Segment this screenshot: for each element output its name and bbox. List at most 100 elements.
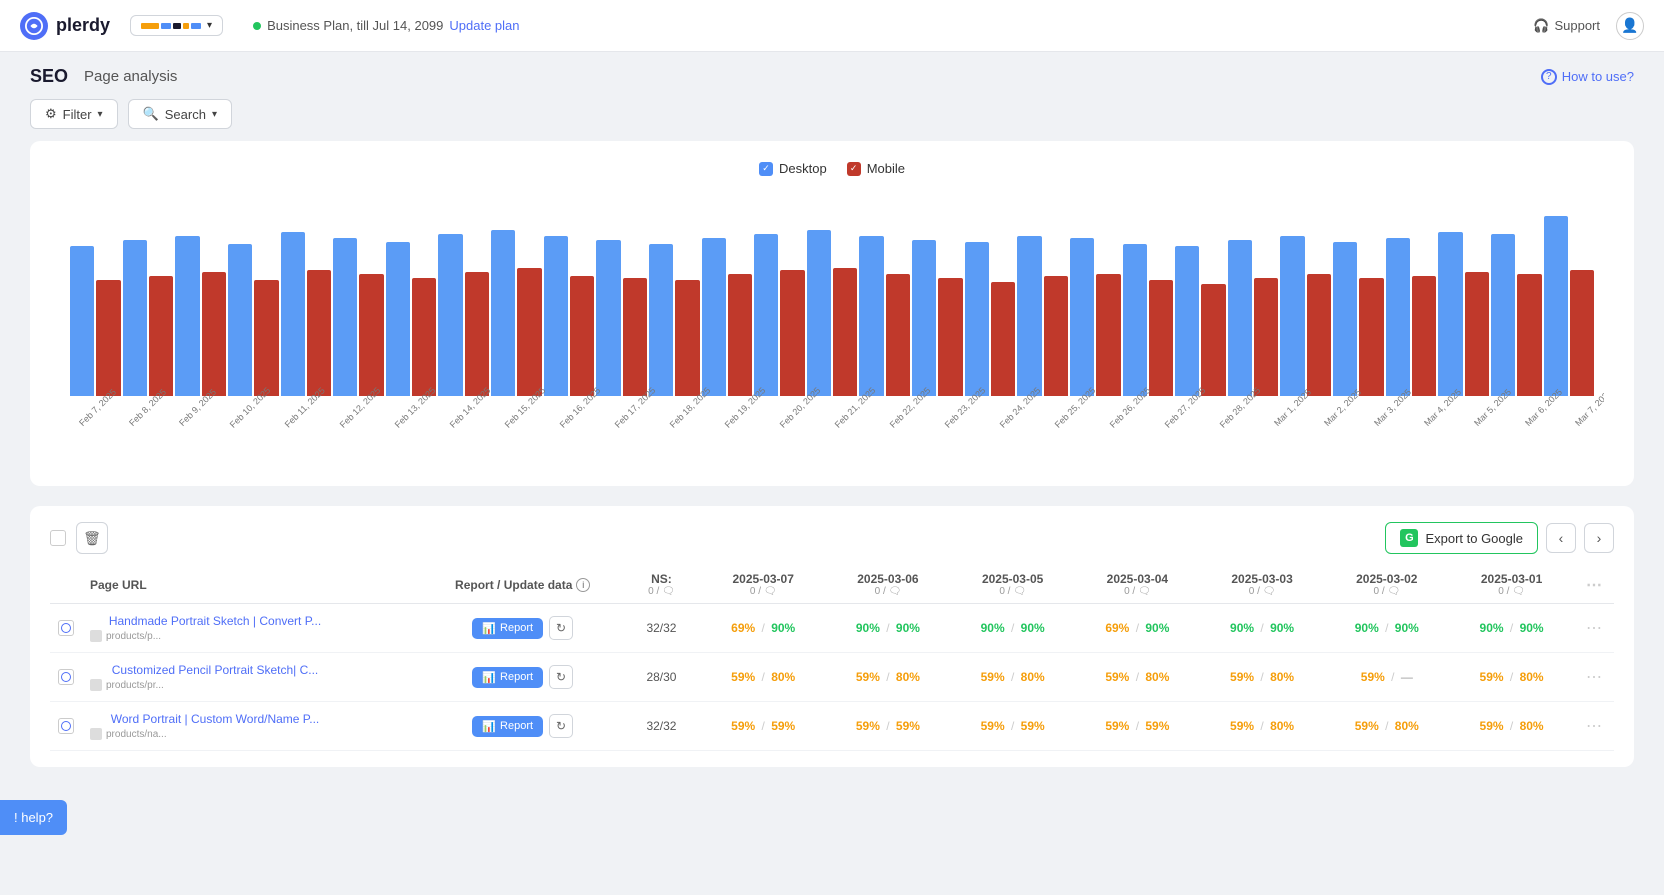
page-title: Page analysis (84, 68, 177, 85)
desktop-bar (1280, 236, 1304, 396)
desktop-bar (754, 234, 778, 396)
page-url-link[interactable]: Handmade Portrait Sketch | Convert P... (90, 614, 340, 628)
score-cell: 59% / 80% (950, 653, 1075, 702)
page-url-link[interactable]: Word Portrait | Custom Word/Name P... (90, 712, 340, 726)
chevron-right-icon: › (1597, 530, 1602, 546)
page-url-link[interactable]: Customized Pencil Portrait Sketch| C... (90, 663, 340, 677)
row-checkbox[interactable] (58, 620, 74, 636)
bar-group (281, 232, 332, 396)
legend-desktop-label: Desktop (779, 161, 827, 176)
score-a: 59% (731, 670, 755, 684)
search-icon: 🔍 (143, 106, 159, 122)
report-button[interactable]: 📊 Report (472, 716, 543, 737)
bar-group (596, 240, 647, 396)
bar-group (859, 236, 910, 396)
desktop-bar (702, 238, 726, 396)
score-a: 90% (1230, 621, 1254, 635)
report-button[interactable]: 📊 Report (472, 667, 543, 688)
prev-page-button[interactable]: ‹ (1546, 523, 1576, 553)
score-b: 90% (1021, 621, 1045, 635)
score-cell: 59% / — (1324, 653, 1449, 702)
bar-group (1544, 216, 1595, 396)
refresh-button[interactable]: ↻ (549, 665, 573, 689)
desktop-bar (281, 232, 305, 396)
mobile-bar (886, 274, 910, 396)
next-page-button[interactable]: › (1584, 523, 1614, 553)
score-cell: 59% / 80% (1324, 702, 1449, 751)
desktop-bar (1175, 246, 1199, 396)
col-ns-sub: 0 / 🗨 (630, 586, 693, 597)
score-cell: 90% / 90% (1324, 604, 1449, 653)
mobile-checkbox[interactable]: ✓ (847, 162, 861, 176)
row-checkbox[interactable] (58, 669, 74, 685)
report-cell: 📊 Report ↻ (423, 604, 622, 653)
desktop-checkbox[interactable]: ✓ (759, 162, 773, 176)
table-body: Handmade Portrait Sketch | Convert P... … (50, 604, 1614, 751)
filter-chevron-icon: ▾ (98, 109, 103, 120)
info-icon[interactable]: i (576, 578, 590, 592)
bar-group (807, 230, 858, 396)
bar-group (1070, 238, 1121, 396)
bar-group (70, 246, 121, 396)
row-more-icon[interactable]: ⋯ (1582, 718, 1606, 735)
logo-icon (20, 12, 48, 40)
help-button[interactable]: ! help? (0, 800, 67, 835)
desktop-bar (1333, 242, 1357, 396)
score-b: 80% (1021, 670, 1045, 684)
report-cell: 📊 Report ↻ (423, 702, 622, 751)
page-header: SEO Page analysis ? How to use? (0, 52, 1664, 87)
support-button[interactable]: 🎧 Support (1533, 18, 1600, 34)
search-chevron-icon: ▾ (212, 109, 217, 120)
how-to-use-link[interactable]: ? How to use? (1541, 69, 1634, 85)
chevron-down-icon: ▾ (207, 20, 212, 31)
delete-button[interactable]: 🗑 (76, 522, 108, 554)
score-cell: 90% / 90% (1200, 604, 1325, 653)
row-more-icon[interactable]: ⋯ (1582, 669, 1606, 686)
score-cell: 59% / 80% (826, 653, 951, 702)
select-all-checkbox[interactable] (50, 530, 66, 546)
score-b: 90% (1145, 621, 1169, 635)
mobile-bar (1570, 270, 1594, 396)
mobile-bar (1044, 276, 1068, 396)
table-toolbar: 🗑 G Export to Google ‹ › (50, 522, 1614, 554)
mobile-bar (780, 270, 804, 396)
refresh-button[interactable]: ↻ (549, 616, 573, 640)
refresh-button[interactable]: ↻ (549, 714, 573, 738)
export-google-button[interactable]: G Export to Google (1385, 522, 1538, 554)
more-cols-icon[interactable]: ⋯ (1582, 577, 1606, 594)
score-cell: 59% / 59% (826, 702, 951, 751)
row-checkbox[interactable] (58, 718, 74, 734)
user-avatar[interactable]: 👤 (1616, 12, 1644, 40)
mobile-bar (833, 268, 857, 396)
legend-mobile[interactable]: ✓ Mobile (847, 161, 905, 176)
top-navigation: plerdy ▾ Business Plan, till Jul 14, 209… (0, 0, 1664, 52)
user-icon: 👤 (1621, 17, 1638, 34)
desktop-bar (649, 244, 673, 396)
bar-group (544, 236, 595, 396)
mobile-bar (96, 280, 120, 396)
score-cell: 59% / 80% (1075, 653, 1200, 702)
report-button[interactable]: 📊 Report (472, 618, 543, 639)
filter-button[interactable]: ⚙ Filter ▾ (30, 99, 118, 129)
site-selector[interactable]: ▾ (130, 15, 223, 36)
mobile-bar (1149, 280, 1173, 396)
score-a: 69% (731, 621, 755, 635)
score-b: 90% (1520, 621, 1544, 635)
score-cell: 90% / 90% (826, 604, 951, 653)
url-favicon (90, 630, 102, 642)
desktop-bar (912, 240, 936, 396)
row-more-icon[interactable]: ⋯ (1582, 620, 1606, 637)
headset-icon: 🎧 (1533, 18, 1549, 34)
chart-bars (60, 196, 1604, 396)
score-b: 80% (1145, 670, 1169, 684)
score-b: 80% (1395, 719, 1419, 733)
nav-right: 🎧 Support 👤 (1533, 12, 1644, 40)
score-b: 80% (771, 670, 795, 684)
update-plan-link[interactable]: Update plan (449, 18, 519, 33)
bar-group (491, 230, 542, 396)
legend-desktop[interactable]: ✓ Desktop (759, 161, 827, 176)
mobile-bar (675, 280, 699, 396)
score-a: 59% (1105, 719, 1129, 733)
search-button[interactable]: 🔍 Search ▾ (128, 99, 232, 129)
bar-group (702, 238, 753, 396)
